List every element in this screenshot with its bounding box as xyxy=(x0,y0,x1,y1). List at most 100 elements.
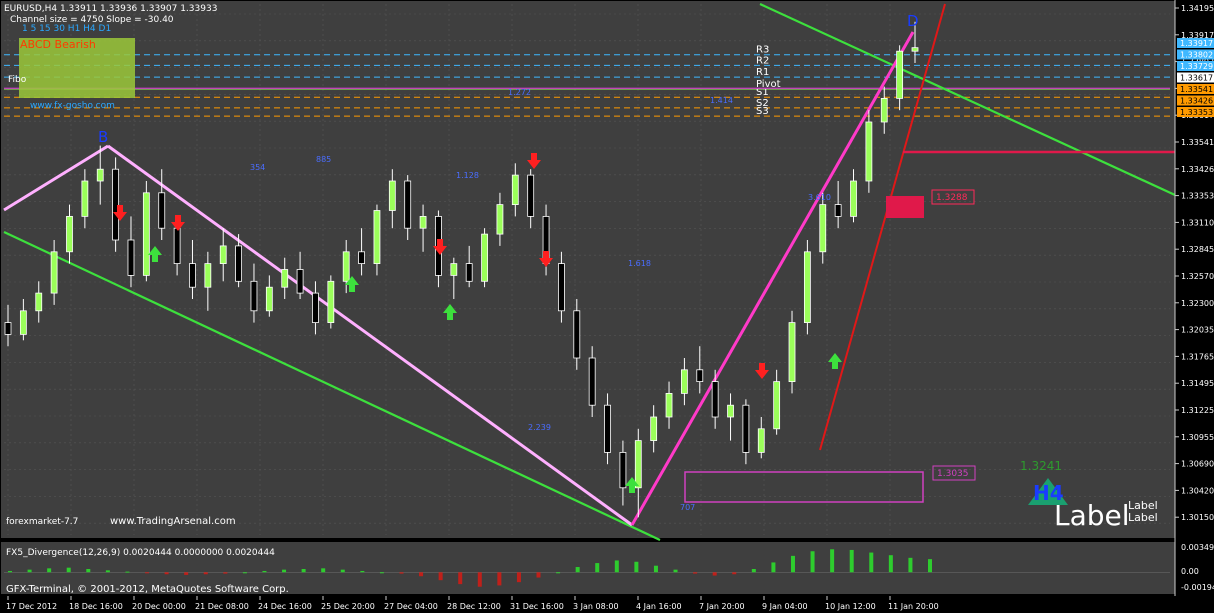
candle-body xyxy=(911,47,919,52)
candle-body xyxy=(4,322,12,335)
candle-body xyxy=(527,174,535,217)
candle-body xyxy=(281,269,289,288)
candle-body xyxy=(896,50,904,99)
histogram-bar xyxy=(790,555,795,573)
watermark-url[interactable]: www.TradingArsenal.com xyxy=(110,516,236,527)
price-tick-label: 1.31225 xyxy=(1181,406,1214,415)
candle-body xyxy=(296,269,304,294)
price-tick-label: 1.31765 xyxy=(1181,352,1214,361)
time-tick-label: 21 Dec 08:00 xyxy=(195,602,249,611)
price-tag-label: 1.33617 xyxy=(1180,74,1213,83)
histogram-bar xyxy=(66,567,71,573)
histogram-bar xyxy=(145,572,150,574)
candle-body xyxy=(742,404,750,453)
candle-body xyxy=(803,251,811,324)
pivot-label: R3 xyxy=(756,45,769,56)
point-d-label: D xyxy=(907,12,919,30)
histogram-bar xyxy=(869,552,874,573)
candle-body xyxy=(189,263,196,288)
indicator-tick-label: -0.00194 xyxy=(1181,583,1214,592)
candle-body xyxy=(50,251,58,294)
time-tick-label: 31 Dec 16:00 xyxy=(510,602,564,611)
candle-body xyxy=(727,404,734,418)
fibo-annotation: 1.128 xyxy=(456,171,479,180)
time-tick-label: 10 Jan 12:00 xyxy=(825,602,876,611)
time-tick-label: 28 Dec 12:00 xyxy=(447,602,501,611)
price-tick-label: 1.30150 xyxy=(1181,513,1214,522)
fibo-annotation: 3.610 xyxy=(808,193,831,202)
candle-body xyxy=(681,369,688,394)
histogram-bar xyxy=(614,560,619,573)
pivot-label: R1 xyxy=(756,67,769,78)
candle-body xyxy=(588,357,596,406)
fibo-annotation: 707 xyxy=(680,503,695,512)
candle-body xyxy=(112,168,120,241)
price-tick-label: 1.30690 xyxy=(1181,460,1214,469)
histogram-bar xyxy=(634,561,639,573)
candle-body xyxy=(66,215,73,253)
histogram-bar xyxy=(223,572,228,574)
histogram-bar xyxy=(125,571,130,573)
price-tick-label: 1.30955 xyxy=(1181,433,1214,442)
fibo-annotation: 885 xyxy=(316,155,331,164)
fibo-label: Fibo xyxy=(8,75,27,85)
histogram-bar xyxy=(653,565,658,573)
candle-body xyxy=(773,381,781,430)
histogram-bar xyxy=(399,572,404,574)
time-tick-label: 24 Dec 16:00 xyxy=(258,602,312,611)
point-b-label: B xyxy=(98,128,108,146)
time-tick-label: 7 Jan 20:00 xyxy=(699,602,745,611)
histogram-bar xyxy=(477,572,482,587)
candle-body xyxy=(158,192,166,229)
time-tick-label: 9 Jan 04:00 xyxy=(762,602,808,611)
candle-body xyxy=(634,440,642,489)
pivot-label: S3 xyxy=(756,106,769,117)
fibo-annotation: 1.272 xyxy=(508,88,531,97)
candle-body xyxy=(604,404,611,453)
candle-body xyxy=(142,192,150,276)
price-tick-label: 1.30420 xyxy=(1181,486,1214,495)
price-tick-label: 1.33426 xyxy=(1181,165,1214,174)
candle-body xyxy=(312,292,319,324)
candle-body xyxy=(404,180,412,229)
histogram-bar xyxy=(242,572,247,574)
candle-body xyxy=(35,292,43,312)
histogram-bar xyxy=(321,568,326,573)
candle-body xyxy=(450,263,458,276)
histogram-bar xyxy=(928,559,932,573)
candle-body xyxy=(465,263,473,282)
candle-body xyxy=(573,310,581,359)
price-tag-label: 1.33541 xyxy=(1180,85,1213,94)
candle-body xyxy=(558,263,565,312)
price-tick-label: 1.34195 xyxy=(1181,4,1214,13)
pivot-label: R2 xyxy=(756,55,769,66)
histogram-bar xyxy=(184,572,189,575)
timeframe-list[interactable]: 1 5 15 30 H1 H4 D1 xyxy=(22,24,111,34)
histogram-bar xyxy=(203,572,208,575)
price-tick-label: 1.32570 xyxy=(1181,272,1214,281)
candle-body xyxy=(757,428,765,453)
candle-body xyxy=(850,180,857,217)
histogram-bar xyxy=(340,569,345,573)
price-tick-label: 1.32035 xyxy=(1181,326,1214,335)
candle-body xyxy=(235,245,242,282)
magenta-price-label: 1.3035 xyxy=(937,469,969,479)
histogram-bar xyxy=(888,555,893,573)
price-tick-label: 1.33110 xyxy=(1181,218,1214,227)
histogram-bar xyxy=(282,569,287,573)
histogram-bar xyxy=(595,563,600,573)
histogram-bar xyxy=(830,549,835,573)
histogram-bar xyxy=(360,570,365,573)
candle-body xyxy=(650,416,658,442)
candle-body xyxy=(834,204,842,217)
histogram-bar xyxy=(458,572,463,585)
histogram-bar xyxy=(8,570,12,573)
price-tag-label: 1.33802 xyxy=(1180,51,1213,60)
candle-body xyxy=(173,227,181,264)
candle-body xyxy=(696,369,704,382)
panel-url[interactable]: www.fx-gosho.com xyxy=(30,101,115,111)
time-tick-label: 27 Dec 04:00 xyxy=(384,602,438,611)
candle-body xyxy=(250,280,258,312)
histogram-bar xyxy=(27,569,32,573)
time-tick-label: 25 Dec 20:00 xyxy=(321,602,375,611)
